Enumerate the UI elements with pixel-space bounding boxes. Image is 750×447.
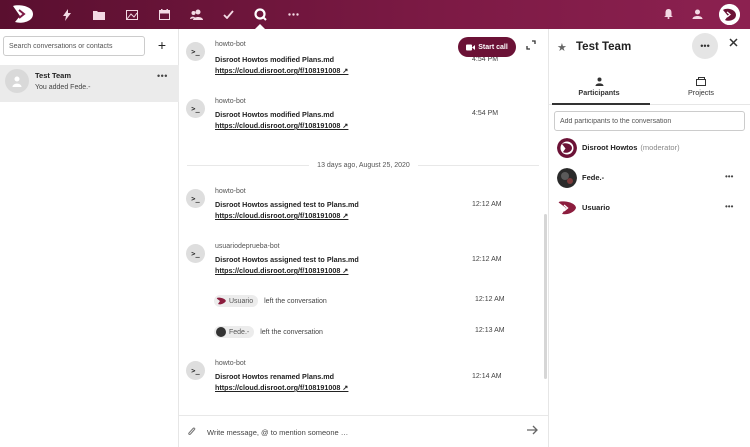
bot-avatar-icon: >_ [186,189,205,208]
fede-avatar [557,168,577,188]
message-time: 12:12 AM [472,256,502,263]
conversation-item-test-team[interactable]: Test Team You added Fede.- ••• [0,65,179,102]
active-tab-underline [552,103,650,105]
system-message-text: left the conversation [260,328,323,336]
participant-name: Fede.- [582,173,605,182]
participant-item[interactable]: Usuario ••• [549,197,750,219]
conversation-settings-menu-button[interactable]: ••• [692,33,718,59]
close-sidebar-icon[interactable] [729,38,738,50]
bot-avatar-icon: >_ [186,361,205,380]
tab-projects[interactable]: Projects [651,77,750,103]
message-text: Disroot Howtos modified Plans.md https:/… [215,110,349,130]
date-divider-label: 13 days ago, August 25, 2020 [309,162,418,169]
file-link[interactable]: https://cloud.disroot.org/f/108191008 ↗ [215,383,348,392]
participant-menu-icon[interactable]: ••• [725,202,733,211]
fede-avatar-icon [216,327,226,337]
top-bar [0,0,750,29]
more-apps-icon[interactable] [286,7,301,22]
participant-name: Usuario [582,203,610,212]
bot-avatar-icon: >_ [186,244,205,263]
usuario-avatar [558,201,576,215]
disroot-howtos-avatar [557,138,577,158]
conversation-title: Test Team [35,71,71,80]
start-call-label: Start call [478,43,508,51]
message-time: 4:54 PM [472,56,499,63]
date-divider: 13 days ago, August 25, 2020 [179,160,548,169]
contacts-menu-icon[interactable] [691,8,703,20]
start-call-button[interactable]: Start call [458,37,516,57]
favorite-star-icon[interactable]: ★ [557,41,567,54]
gallery-icon[interactable] [124,7,139,22]
send-icon[interactable] [527,424,538,438]
file-link[interactable]: https://cloud.disroot.org/f/108191008 ↗ [215,211,348,220]
tab-projects-label: Projects [688,88,714,97]
system-message: Fede.- left the conversation [214,326,323,338]
files-icon[interactable] [91,7,106,22]
user-mention-pill[interactable]: Fede.- [214,326,255,338]
chat-scrollbar[interactable] [544,214,547,379]
participant-item[interactable]: Fede.- ••• [549,167,750,189]
new-conversation-button[interactable]: + [154,37,170,53]
fullscreen-icon[interactable] [526,40,536,50]
mention-name: Fede.- [229,328,250,336]
group-avatar-icon [5,69,29,93]
system-message-text: left the conversation [264,297,327,305]
message-text: Disroot Howtos assigned test to Plans.md… [215,200,359,220]
message-author: howto-bot [215,188,246,195]
message-time: 12:13 AM [475,327,505,334]
tab-participants[interactable]: Participants [549,77,649,103]
video-camera-icon [466,44,476,50]
system-message: Usuario left the conversation [214,295,327,307]
message-author: howto-bot [215,98,246,105]
file-link[interactable]: https://cloud.disroot.org/f/108191008 ↗ [215,266,348,275]
message-composer [179,415,548,447]
bot-avatar-icon: >_ [186,42,205,61]
add-participants-input[interactable] [554,111,745,131]
message-input[interactable] [207,425,507,439]
projects-icon [651,77,750,88]
user-avatar[interactable] [719,4,740,25]
contacts-icon[interactable] [189,7,204,22]
file-link[interactable]: https://cloud.disroot.org/f/108191008 ↗ [215,121,348,130]
tasks-icon[interactable] [221,7,236,22]
participant-menu-icon[interactable]: ••• [725,172,733,181]
message-time: 12:12 AM [475,296,505,303]
bot-avatar-icon: >_ [186,99,205,118]
message-time: 4:54 PM [472,110,499,117]
usuario-avatar-icon [216,297,226,305]
search-conversations-input[interactable] [3,36,145,56]
participant-item[interactable]: Disroot Howtos (moderator) [549,137,750,159]
calendar-icon[interactable] [157,7,172,22]
mention-name: Usuario [229,297,254,305]
message-text: Disroot Howtos modified Plans.md https:/… [215,55,349,75]
message-time: 12:14 AM [472,373,502,380]
logo[interactable] [11,4,35,24]
talk-icon[interactable] [253,7,268,22]
chat-panel: >_ howto-bot Disroot Howtos modified Pla… [179,29,548,447]
message-time: 12:12 AM [472,201,502,208]
participants-icon [549,77,649,88]
notifications-icon[interactable] [662,8,674,20]
conversation-sidebar: ★ Test Team ••• Participants Projects Di… [548,29,750,447]
participant-role: (moderator) [640,143,680,152]
file-link[interactable]: https://cloud.disroot.org/f/108191008 ↗ [215,66,348,75]
message-text: Disroot Howtos renamed Plans.md https://… [215,372,349,392]
attachment-icon[interactable] [187,426,196,440]
sidebar-title: Test Team [576,41,632,53]
message-author: howto-bot [215,41,246,48]
conversation-list-panel: + Test Team You added Fede.- ••• [0,29,179,447]
user-mention-pill[interactable]: Usuario [214,295,259,307]
conversation-menu-icon[interactable]: ••• [157,71,168,81]
message-text: Disroot Howtos assigned test to Plans.md… [215,255,359,275]
tab-participants-label: Participants [578,88,620,97]
message-author: usuariodeprueba-bot [215,243,280,250]
message-author: howto-bot [215,360,246,367]
conversation-last-message: You added Fede.- [35,84,91,91]
activity-icon[interactable] [59,7,74,22]
participant-name: Disroot Howtos (moderator) [582,143,680,152]
